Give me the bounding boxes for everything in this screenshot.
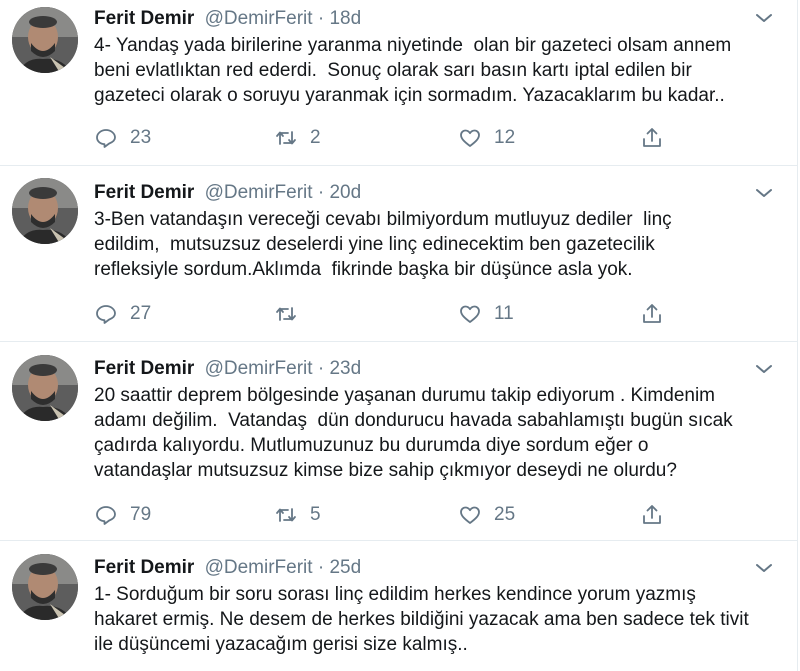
share-icon [643, 304, 661, 323]
retweet-icon [276, 131, 296, 145]
tweet[interactable]: Ferit Demir @DemirFerit · 20d 3-Ben vata… [0, 167, 798, 342]
author-name[interactable]: Ferit Demir [94, 358, 194, 379]
retweet-button[interactable]: 5 [274, 501, 321, 529]
reply-count: 79 [130, 504, 152, 525]
like-button[interactable]: 11 [458, 300, 514, 328]
retweet-button[interactable]: 2 [274, 124, 321, 152]
chevron-down-icon[interactable] [752, 556, 776, 580]
separator-dot: · [317, 557, 325, 578]
share-button[interactable] [640, 501, 664, 529]
timeline: Ferit Demir @DemirFerit · 18d 4- Yandaş … [0, 0, 798, 671]
avatar[interactable] [12, 7, 78, 73]
tweet-timestamp[interactable]: 25d [329, 557, 361, 578]
share-button[interactable] [640, 300, 664, 328]
tweet-actions: 79 5 25 [94, 501, 694, 529]
avatar[interactable] [12, 178, 78, 244]
like-icon [460, 305, 480, 323]
tweet-text: 1- Sorduğum bir soru sorası linç edildim… [94, 584, 749, 655]
tweet-timestamp[interactable]: 23d [329, 358, 361, 379]
share-icon [643, 505, 661, 524]
tweet-actions: 27 11 [94, 300, 694, 328]
reply-count: 27 [130, 303, 152, 324]
tweet-text: 20 saattir deprem bölgesinde yaşanan dur… [94, 385, 733, 481]
author-name[interactable]: Ferit Demir [94, 557, 194, 578]
author-handle[interactable]: @DemirFerit [205, 8, 313, 29]
author-handle[interactable]: @DemirFerit [205, 358, 313, 379]
separator-dot: · [317, 358, 325, 379]
separator-dot: · [317, 182, 325, 203]
retweet-button[interactable] [274, 300, 310, 328]
reply-button[interactable]: 27 [94, 300, 151, 328]
retweet-count: 2 [310, 127, 321, 148]
tweet-actions: 23 2 12 [94, 124, 694, 152]
reply-icon [96, 506, 116, 525]
reply-button[interactable]: 23 [94, 124, 151, 152]
avatar[interactable] [12, 355, 78, 421]
author-handle[interactable]: @DemirFerit [205, 182, 313, 203]
author-name[interactable]: Ferit Demir [94, 8, 194, 29]
tweet[interactable]: Ferit Demir @DemirFerit · 23d 20 saattir… [0, 343, 798, 541]
reply-icon [96, 305, 116, 324]
like-count: 11 [494, 303, 514, 324]
like-icon [460, 506, 480, 524]
tweet-text: 4- Yandaş yada birilerine yaranma niyeti… [94, 35, 732, 106]
retweet-count: 5 [310, 504, 321, 525]
tweet-header: Ferit Demir @DemirFerit · 25d [94, 556, 361, 580]
avatar[interactable] [12, 554, 78, 620]
author-name[interactable]: Ferit Demir [94, 182, 194, 203]
tweet-timestamp[interactable]: 20d [329, 182, 361, 203]
like-button[interactable]: 12 [458, 124, 515, 152]
reply-icon [96, 129, 116, 148]
tweet[interactable]: Ferit Demir @DemirFerit · 25d 1- Sorduğu… [0, 542, 798, 671]
tweet[interactable]: Ferit Demir @DemirFerit · 18d 4- Yandaş … [0, 0, 798, 166]
like-count: 12 [494, 127, 516, 148]
author-handle[interactable]: @DemirFerit [205, 557, 313, 578]
like-icon [460, 129, 480, 147]
share-button[interactable] [640, 124, 664, 152]
tweet-header: Ferit Demir @DemirFerit · 23d [94, 357, 361, 381]
chevron-down-icon[interactable] [752, 357, 776, 381]
retweet-icon [276, 307, 296, 321]
reply-count: 23 [130, 127, 152, 148]
like-button[interactable]: 25 [458, 501, 515, 529]
separator-dot: · [317, 8, 325, 29]
tweet-header: Ferit Demir @DemirFerit · 18d [94, 7, 361, 31]
tweet-header: Ferit Demir @DemirFerit · 20d [94, 181, 361, 205]
chevron-down-icon[interactable] [752, 181, 776, 205]
tweet-text: 3-Ben vatandaşın vereceği cevabı bilmiyo… [94, 209, 672, 280]
like-count: 25 [494, 504, 516, 525]
chevron-down-icon[interactable] [752, 6, 776, 30]
retweet-icon [276, 508, 296, 522]
reply-button[interactable]: 79 [94, 501, 151, 529]
tweet-timestamp[interactable]: 18d [329, 8, 361, 29]
share-icon [643, 128, 661, 147]
